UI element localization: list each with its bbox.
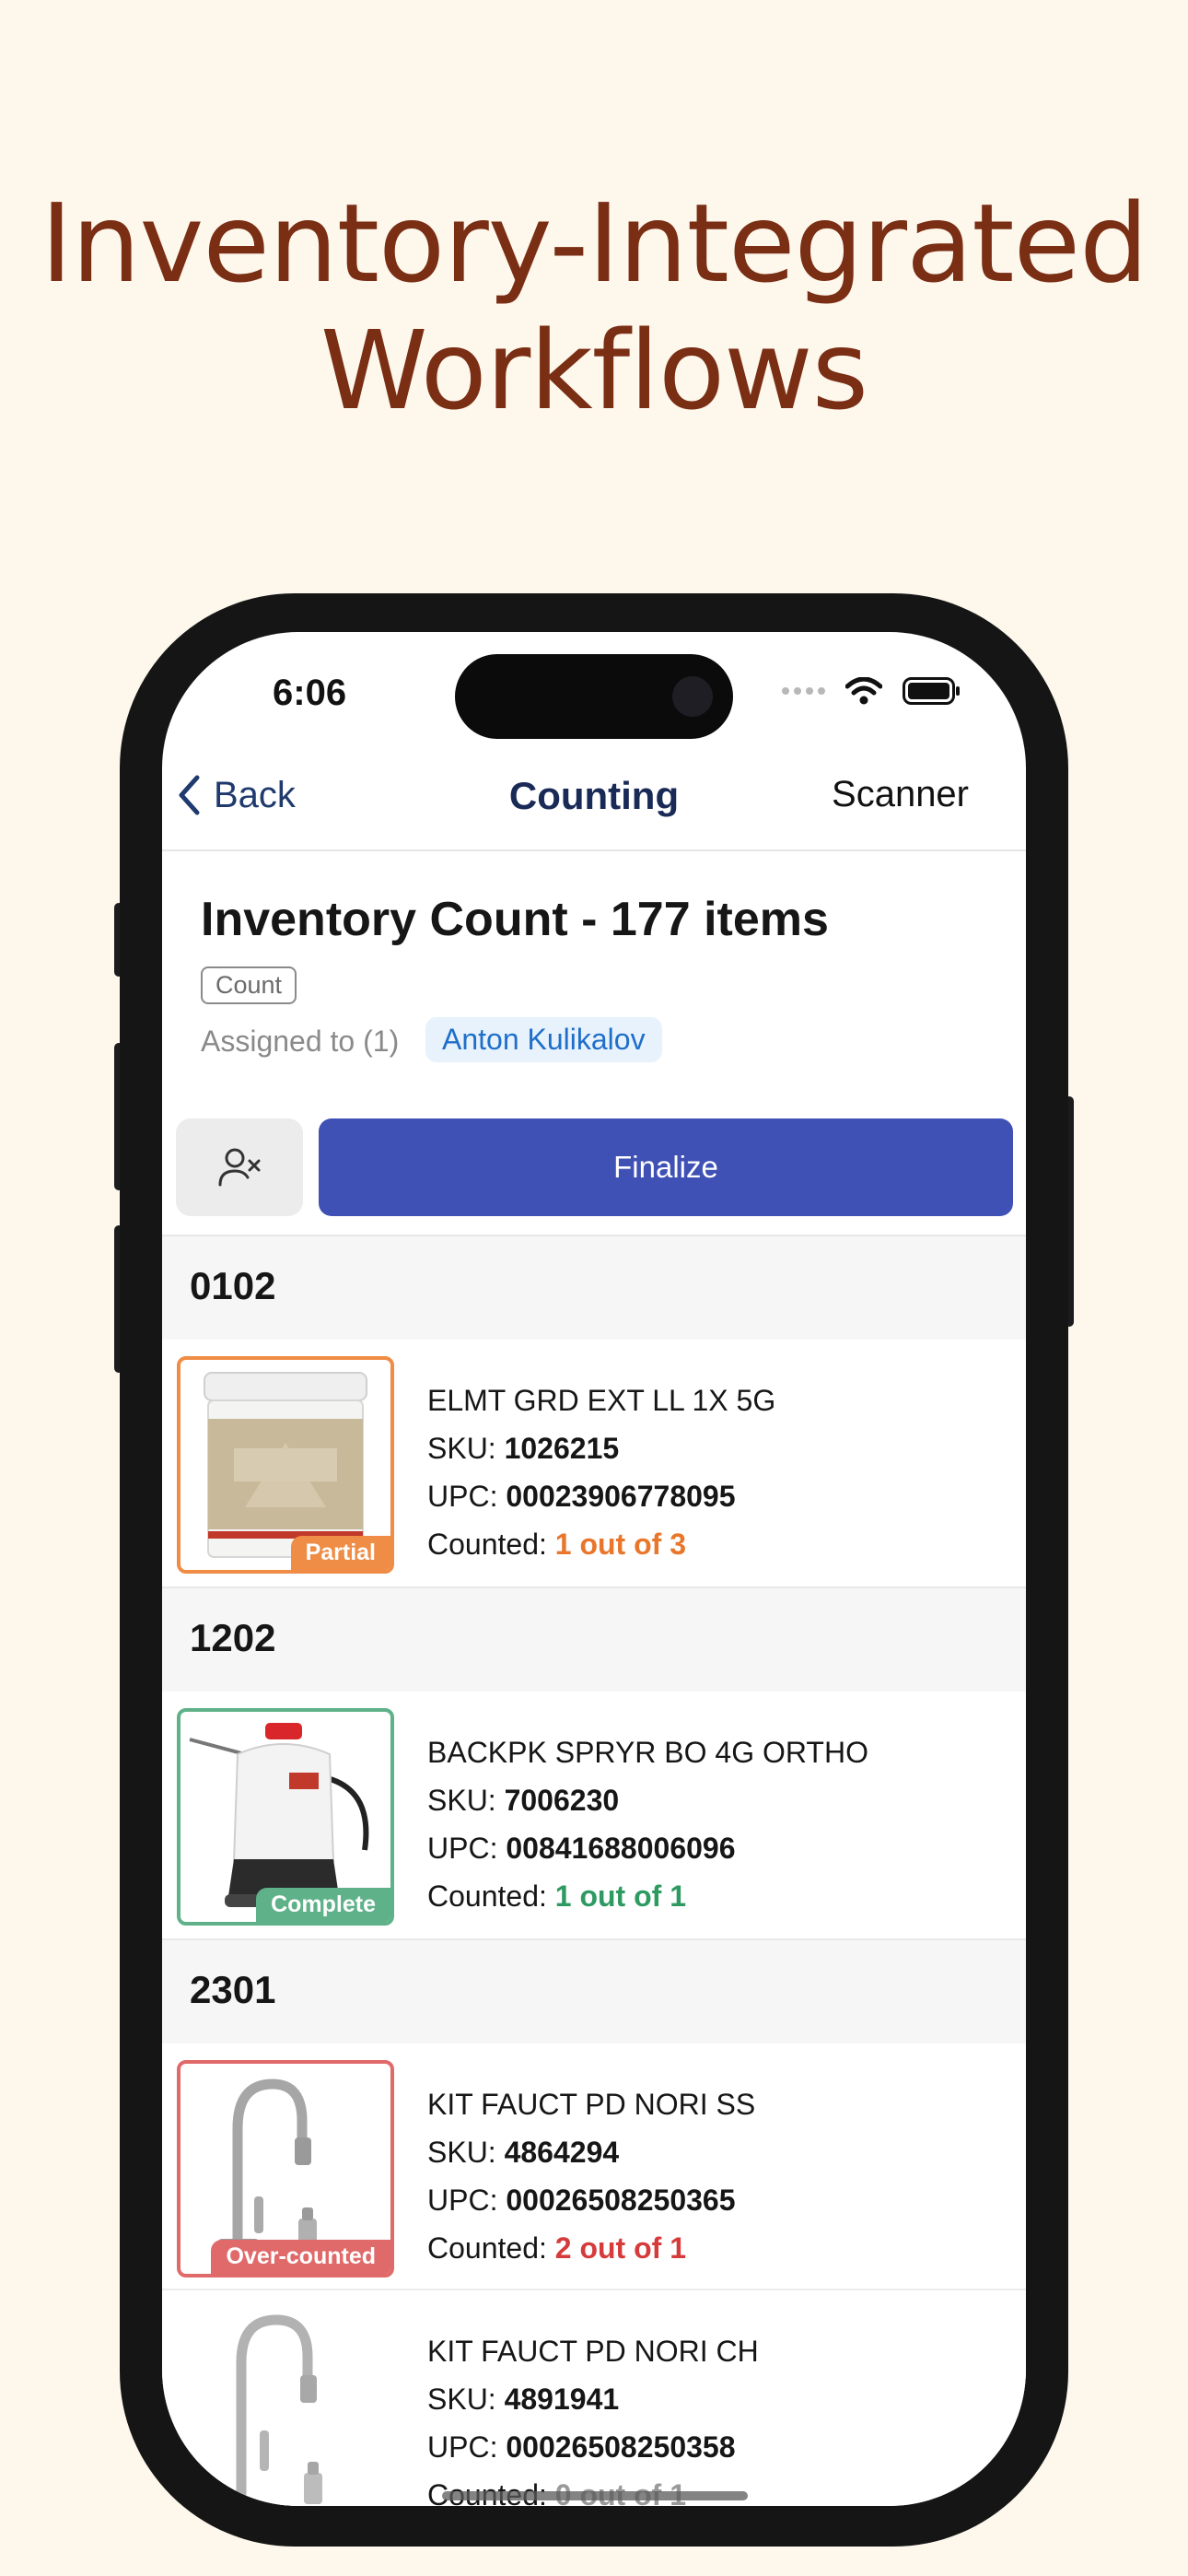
counted-label: Counted: [427, 1879, 547, 1913]
counted-value: 1 out of 3 [554, 1528, 686, 1561]
counted-label: Counted: [427, 2231, 547, 2265]
item-thumbnail: Over-counted [177, 2060, 394, 2277]
task-title: Inventory Count - 177 items [201, 893, 829, 946]
upc-value: 00841688006096 [506, 1832, 736, 1865]
dynamic-island [455, 654, 733, 739]
item-info: BACKPK SPRYR BO 4G ORTHO SKU: 7006230 UP… [427, 1728, 868, 1920]
sku-label: SKU: [427, 1432, 496, 1465]
upc-value: 00026508250358 [506, 2430, 736, 2464]
upc-label: UPC: [427, 1832, 498, 1865]
camera-icon [672, 676, 713, 717]
location-label: 2301 [190, 1968, 276, 2011]
inventory-item[interactable]: Complete BACKPK SPRYR BO 4G ORTHO SKU: 7… [162, 1692, 1026, 1937]
upc-label: UPC: [427, 2184, 498, 2217]
sku-label: SKU: [427, 2383, 496, 2416]
phone-screen: 6:06 Back Counting Scanner Inventory Cou… [162, 632, 1026, 2506]
location-section-header: 1202 [162, 1587, 1026, 1693]
counted-value: 1 out of 1 [554, 1879, 686, 1913]
task-type-chip: Count [201, 966, 297, 1004]
status-badge: Partial [290, 1536, 390, 1570]
wifi-icon [845, 677, 882, 705]
home-indicator[interactable] [442, 2491, 748, 2500]
item-name: KIT FAUCT PD NORI SS [427, 2088, 756, 2121]
counted-value: 2 out of 1 [554, 2231, 686, 2265]
scanner-button[interactable]: Scanner [832, 774, 969, 815]
headline-line-2: Workflows [320, 307, 868, 434]
upc-label: UPC: [427, 2430, 498, 2464]
assignee-chip[interactable]: Anton Kulikalov [425, 1017, 662, 1062]
sku-label: SKU: [427, 1784, 496, 1817]
location-section-header: 2301 [162, 1938, 1026, 2045]
item-info: KIT FAUCT PD NORI CH SKU: 4891941 UPC: 0… [427, 2327, 759, 2506]
sku-value: 4891941 [504, 2383, 620, 2416]
status-icons [782, 676, 961, 706]
location-label: 1202 [190, 1616, 276, 1659]
headline: Inventory-Integrated Workflows [0, 180, 1188, 434]
counted-label: Counted: [427, 1528, 547, 1561]
user-remove-icon [218, 1148, 261, 1187]
inventory-item[interactable]: Partial ELMT GRD EXT LL 1X 5G SKU: 10262… [162, 1340, 1026, 1585]
inventory-item[interactable]: KIT FAUCT PD NORI CH SKU: 4891941 UPC: 0… [162, 2290, 1026, 2506]
location-section-header: 0102 [162, 1235, 1026, 1341]
location-label: 0102 [190, 1264, 276, 1307]
sku-value: 4864294 [504, 2136, 620, 2169]
navigation-bar: Back Counting Scanner [162, 761, 1026, 835]
status-badge: Over-counted [211, 2240, 390, 2274]
item-thumbnail [177, 2307, 394, 2506]
item-thumbnail: Partial [177, 1356, 394, 1574]
item-name: KIT FAUCT PD NORI CH [427, 2335, 759, 2368]
inventory-item[interactable]: Over-counted KIT FAUCT PD NORI SS SKU: 4… [162, 2043, 1026, 2290]
battery-icon [903, 677, 960, 705]
nav-divider [162, 849, 1026, 851]
unassign-user-button[interactable] [176, 1118, 303, 1216]
upc-label: UPC: [427, 1480, 498, 1513]
item-info: ELMT GRD EXT LL 1X 5G SKU: 1026215 UPC: … [427, 1376, 775, 1568]
status-time: 6:06 [273, 673, 347, 713]
assigned-label: Assigned to (1) [201, 1025, 400, 1058]
upc-value: 00023906778095 [506, 1480, 736, 1513]
item-name: ELMT GRD EXT LL 1X 5G [427, 1384, 776, 1417]
item-info: KIT FAUCT PD NORI SS SKU: 4864294 UPC: 0… [427, 2080, 755, 2272]
sku-value: 7006230 [504, 1784, 620, 1817]
phone-frame: 6:06 Back Counting Scanner Inventory Cou… [120, 593, 1068, 2547]
status-badge: Complete [256, 1888, 390, 1922]
faucet-icon [236, 2314, 322, 2506]
sku-value: 1026215 [504, 1432, 620, 1465]
headline-line-1: Inventory-Integrated [40, 180, 1148, 307]
item-thumbnail: Complete [177, 1708, 394, 1926]
sku-label: SKU: [427, 2136, 496, 2169]
upc-value: 00026508250365 [506, 2184, 736, 2217]
item-name: BACKPK SPRYR BO 4G ORTHO [427, 1736, 868, 1769]
signal-icon [782, 687, 825, 695]
finalize-button[interactable]: Finalize [319, 1118, 1013, 1216]
